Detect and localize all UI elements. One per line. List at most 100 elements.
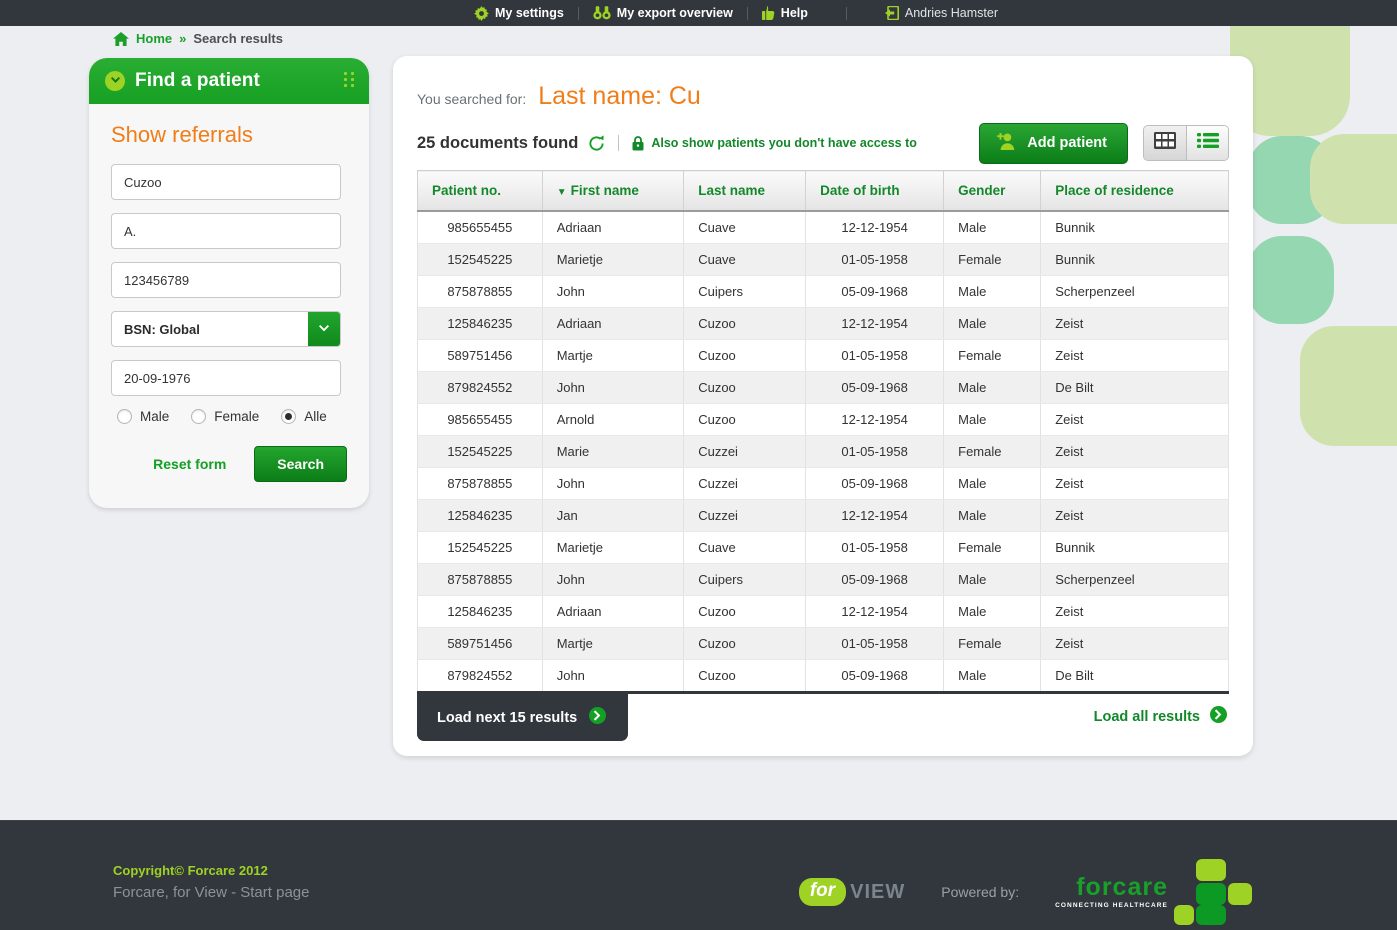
gender-option-male-label: Male xyxy=(140,409,169,424)
search-results-panel: You searched for: Last name: Cu 25 docum… xyxy=(393,56,1253,756)
table-cell-last-name: Cuipers xyxy=(684,564,806,596)
table-cell-gender: Female xyxy=(944,532,1041,564)
table-row[interactable]: 589751456MartjeCuzoo01-05-1958FemaleZeis… xyxy=(418,340,1229,372)
chevron-down-icon[interactable] xyxy=(308,312,340,346)
column-header-gender[interactable]: Gender xyxy=(944,171,1041,212)
table-cell-date-of-birth: 01-05-1958 xyxy=(806,340,944,372)
table-cell-place-of-residence: Bunnik xyxy=(1041,211,1229,244)
nav-my-export-overview[interactable]: My export overview xyxy=(579,6,747,20)
load-next-results-label: Load next 15 results xyxy=(437,710,577,726)
table-cell-patient-no: 875878855 xyxy=(418,468,543,500)
table-cell-date-of-birth: 12-12-1954 xyxy=(806,596,944,628)
table-cell-first-name: John xyxy=(542,468,683,500)
drag-handle-icon[interactable] xyxy=(344,72,355,86)
breadcrumb-home-link[interactable]: Home xyxy=(136,31,172,46)
search-results-inner: You searched for: Last name: Cu 25 docum… xyxy=(393,56,1253,740)
table-cell-first-name: Adriaan xyxy=(542,211,683,244)
table-row[interactable]: 152545225MarietjeCuave01-05-1958FemaleBu… xyxy=(418,244,1229,276)
list-view-button[interactable] xyxy=(1186,126,1228,160)
nav-current-user-label: Andries Hamster xyxy=(905,6,998,20)
table-cell-gender: Male xyxy=(944,211,1041,244)
table-row[interactable]: 589751456MartjeCuzoo01-05-1958FemaleZeis… xyxy=(418,628,1229,660)
id-type-select-value[interactable] xyxy=(111,311,341,347)
table-cell-patient-no: 985655455 xyxy=(418,211,543,244)
footer-left: Copyright© Forcare 2012 Forcare, for Vie… xyxy=(113,863,309,901)
grid-view-button[interactable] xyxy=(1144,126,1186,160)
table-header: Patient no. ▼First name Last name Date o… xyxy=(418,171,1229,212)
table-cell-date-of-birth: 05-09-1968 xyxy=(806,468,944,500)
initials-field[interactable] xyxy=(111,213,341,249)
table-row[interactable]: 125846235AdriaanCuzoo12-12-1954MaleZeist xyxy=(418,308,1229,340)
column-header-last-name[interactable]: Last name xyxy=(684,171,806,212)
table-row[interactable]: 985655455ArnoldCuzoo12-12-1954MaleZeist xyxy=(418,404,1229,436)
add-patient-button[interactable]: Add patient xyxy=(979,123,1128,164)
top-navigation-bar: My settings My export overview xyxy=(0,0,1397,26)
show-no-access-toggle[interactable]: Also show patients you don't have access… xyxy=(651,136,917,150)
table-cell-gender: Male xyxy=(944,276,1041,308)
binoculars-icon xyxy=(593,6,611,20)
table-cell-first-name: Marie xyxy=(542,436,683,468)
list-icon xyxy=(1197,132,1219,154)
documents-found-count: 25 documents found xyxy=(417,134,578,153)
table-cell-date-of-birth: 01-05-1958 xyxy=(806,436,944,468)
column-header-patient-no[interactable]: Patient no. xyxy=(418,171,543,212)
gender-option-female[interactable]: Female xyxy=(191,409,259,424)
table-row[interactable]: 152545225MarietjeCuave01-05-1958FemaleBu… xyxy=(418,532,1229,564)
column-header-place-of-residence-label: Place of residence xyxy=(1055,183,1174,198)
table-cell-first-name: Adriaan xyxy=(542,596,683,628)
results-pagination: Load next 15 results Load all results xyxy=(417,694,1229,740)
load-next-results-button[interactable]: Load next 15 results xyxy=(417,694,628,741)
table-row[interactable]: 875878855JohnCuzzei05-09-1968MaleZeist xyxy=(418,468,1229,500)
last-name-field[interactable] xyxy=(111,164,341,200)
find-a-patient-header: Find a patient xyxy=(89,58,369,104)
table-cell-gender: Male xyxy=(944,468,1041,500)
page-footer: Copyright© Forcare 2012 Forcare, for Vie… xyxy=(0,820,1397,930)
table-cell-gender: Male xyxy=(944,500,1041,532)
table-cell-patient-no: 589751456 xyxy=(418,340,543,372)
table-row[interactable]: 875878855JohnCuipers05-09-1968MaleScherp… xyxy=(418,564,1229,596)
top-nav-items: My settings My export overview xyxy=(460,6,1012,21)
id-type-select[interactable] xyxy=(111,311,341,347)
table-row[interactable]: 985655455AdriaanCuave12-12-1954MaleBunni… xyxy=(418,211,1229,244)
nav-current-user[interactable]: Andries Hamster xyxy=(871,6,1012,20)
patient-number-field[interactable] xyxy=(111,262,341,298)
table-row[interactable]: 125846235AdriaanCuzoo12-12-1954MaleZeist xyxy=(418,596,1229,628)
load-all-results-link[interactable]: Load all results xyxy=(1094,706,1227,727)
nav-help-label: Help xyxy=(781,6,808,20)
column-header-place-of-residence[interactable]: Place of residence xyxy=(1041,171,1229,212)
reset-form-link[interactable]: Reset form xyxy=(153,456,226,472)
table-row[interactable]: 879824552JohnCuzoo05-09-1968MaleDe Bilt xyxy=(418,372,1229,404)
table-cell-first-name: Jan xyxy=(542,500,683,532)
table-cell-gender: Female xyxy=(944,628,1041,660)
gender-option-male[interactable]: Male xyxy=(117,409,169,424)
table-cell-patient-no: 125846235 xyxy=(418,596,543,628)
column-header-gender-label: Gender xyxy=(958,183,1005,198)
table-cell-place-of-residence: Zeist xyxy=(1041,500,1229,532)
gender-option-all[interactable]: Alle xyxy=(281,409,327,424)
table-cell-last-name: Cuave xyxy=(684,244,806,276)
search-button[interactable]: Search xyxy=(254,446,347,482)
decorative-shape xyxy=(1300,326,1397,446)
radio-dot xyxy=(191,409,206,424)
column-header-first-name[interactable]: ▼First name xyxy=(542,171,683,212)
table-row[interactable]: 152545225MarieCuzzei01-05-1958FemaleZeis… xyxy=(418,436,1229,468)
table-body: 985655455AdriaanCuave12-12-1954MaleBunni… xyxy=(418,211,1229,693)
nav-help[interactable]: Help xyxy=(748,6,822,21)
table-cell-date-of-birth: 12-12-1954 xyxy=(806,404,944,436)
chevron-down-circle-icon[interactable] xyxy=(105,71,125,91)
table-cell-date-of-birth: 05-09-1968 xyxy=(806,276,944,308)
table-cell-gender: Male xyxy=(944,404,1041,436)
table-row[interactable]: 875878855JohnCuipers05-09-1968MaleScherp… xyxy=(418,276,1229,308)
nav-my-settings[interactable]: My settings xyxy=(460,6,578,21)
table-cell-place-of-residence: Zeist xyxy=(1041,596,1229,628)
table-cell-first-name: Arnold xyxy=(542,404,683,436)
date-of-birth-field[interactable] xyxy=(111,360,341,396)
column-header-date-of-birth[interactable]: Date of birth xyxy=(806,171,944,212)
breadcrumb-current: Search results xyxy=(193,31,283,46)
form-actions: Reset form Search xyxy=(111,446,347,482)
table-cell-first-name: Martje xyxy=(542,340,683,372)
arrow-right-circle-icon xyxy=(1210,706,1227,727)
refresh-icon[interactable] xyxy=(588,135,605,152)
table-row[interactable]: 879824552JohnCuzoo05-09-1968MaleDe Bilt xyxy=(418,660,1229,693)
table-row[interactable]: 125846235JanCuzzei12-12-1954MaleZeist xyxy=(418,500,1229,532)
